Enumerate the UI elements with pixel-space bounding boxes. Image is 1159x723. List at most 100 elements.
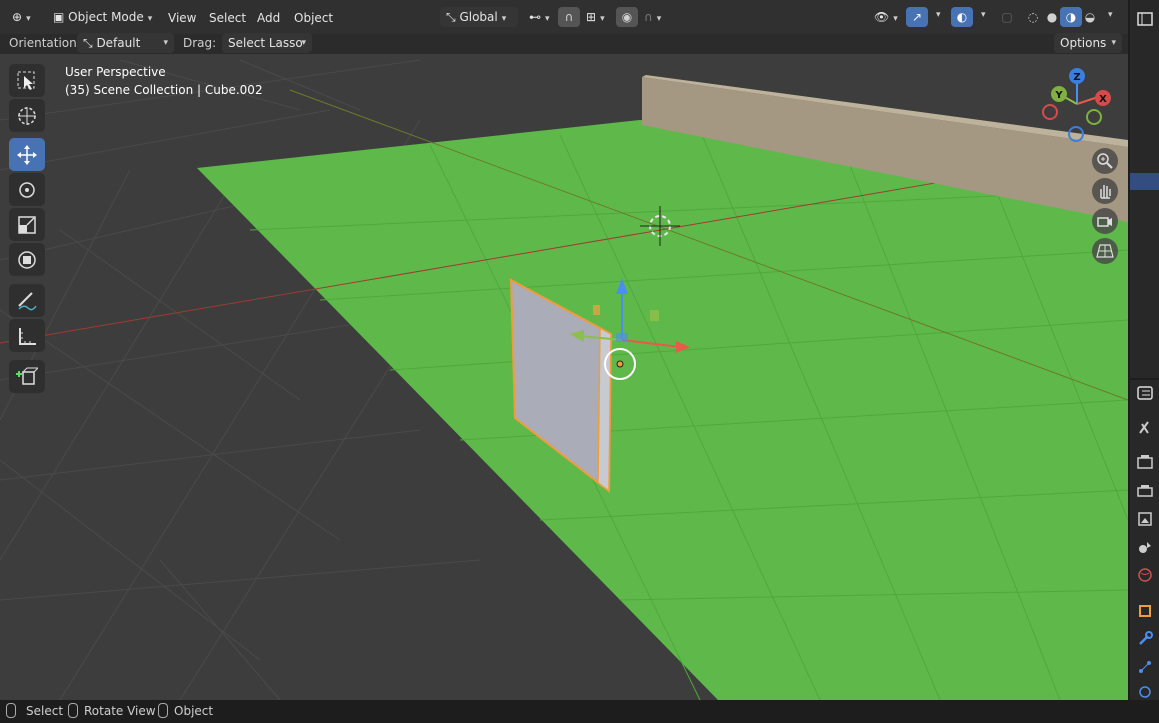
pivot-point-button[interactable]: ⊷ ▾	[523, 7, 555, 27]
tool-move[interactable]	[9, 138, 45, 171]
falloff-curve-icon: ∩	[644, 10, 653, 24]
ground-plane[interactable]	[197, 120, 1128, 700]
status-select: Select	[26, 704, 64, 718]
tool-annotate[interactable]	[9, 284, 45, 317]
tool-settings-bar: Orientation: ⤡ Default ▾ Drag: Select La…	[0, 33, 1128, 54]
solid-sphere-icon: ●	[1046, 10, 1058, 24]
zoom-icon	[1097, 153, 1113, 169]
snap-target-button[interactable]: ⊞ ▾	[580, 7, 612, 27]
orientation-axes-icon: ⤡	[446, 10, 456, 24]
menu-object[interactable]: Object	[294, 9, 333, 27]
drag-dropdown[interactable]: Select Lasso ▾	[222, 33, 312, 53]
render-properties-icon[interactable]	[1136, 453, 1154, 471]
falloff-button[interactable]: ∩ ▾	[638, 7, 670, 27]
measure-ruler-icon	[19, 328, 36, 345]
proportional-edit-toggle[interactable]: ◉	[616, 7, 638, 27]
orientation-axis-icon: ⤡	[83, 36, 93, 50]
editor-type-button[interactable]: ⊕ ▾	[6, 7, 42, 27]
mode-label: Object Mode	[68, 10, 144, 24]
scene-properties-icon[interactable]	[1136, 538, 1154, 556]
rotate-icon	[19, 182, 35, 198]
status-bar: Select Rotate View Object	[0, 700, 1159, 723]
wireframe-sphere-icon: ◌	[1027, 10, 1039, 24]
visibility-button[interactable]: 👁 ▾	[868, 7, 902, 27]
gizmo-x-label: X	[1099, 94, 1107, 105]
transform-icon	[18, 251, 36, 269]
status-object: Object	[174, 704, 214, 718]
gizmo-toggle[interactable]: ↗	[906, 7, 928, 27]
modifier-wrench-icon[interactable]	[1136, 630, 1154, 648]
menu-view[interactable]: View	[168, 9, 196, 27]
menu-select[interactable]: Select	[209, 9, 246, 27]
camera-view-button[interactable]	[1092, 208, 1118, 234]
xray-icon: ▢	[1001, 10, 1013, 24]
cursor-crosshair-icon	[18, 107, 36, 125]
options-dropdown[interactable]: Options ▾	[1054, 33, 1122, 53]
gizmo-z-label: Z	[1073, 72, 1080, 83]
editor-type-icon: ⊕	[12, 10, 23, 24]
add-cube-icon	[16, 367, 38, 385]
perspective-toggle-button[interactable]	[1092, 238, 1118, 264]
status-rotate-view: Rotate View	[84, 704, 156, 718]
tool-measure[interactable]	[9, 319, 45, 352]
rendered-sphere-icon: ◒	[1084, 10, 1096, 24]
select-cursor-icon	[17, 71, 35, 90]
navigation-gizmo[interactable]: Z X Y	[1035, 66, 1120, 146]
eye-icon: 👁	[874, 10, 890, 24]
tool-properties-icon[interactable]	[1136, 418, 1154, 436]
magnet-icon: ∩	[564, 10, 574, 24]
tool-transform[interactable]	[9, 243, 45, 276]
zoom-button[interactable]	[1092, 148, 1118, 174]
viewport-scene	[0, 59, 1128, 700]
shading-dropdown-icon[interactable]: ▾	[1108, 10, 1113, 20]
material-sphere-icon: ◑	[1065, 10, 1077, 24]
tool-rotate[interactable]	[9, 173, 45, 206]
proportional-edit-icon: ◉	[621, 10, 633, 24]
orientation-value: Default	[96, 36, 141, 50]
pan-button[interactable]	[1092, 178, 1118, 204]
object-mode-icon: ▣	[53, 10, 65, 24]
camera-icon	[1097, 217, 1112, 227]
mouse-left-icon	[6, 703, 16, 718]
grid-perspective-icon	[1096, 244, 1114, 258]
outliner-selected-row[interactable]	[1130, 173, 1159, 190]
snap-toggle[interactable]: ∩	[558, 7, 580, 27]
gizmo-icon: ↗	[911, 10, 923, 24]
overlays-icon: ◐	[956, 10, 968, 24]
transform-orientation-label: Global	[459, 10, 498, 24]
physics-icon[interactable]	[1136, 684, 1154, 698]
view-layer-properties-icon[interactable]	[1136, 510, 1154, 528]
overlays-toggle[interactable]: ◐	[951, 7, 973, 27]
outliner-editor-icon[interactable]	[1136, 10, 1154, 28]
world-properties-icon[interactable]	[1136, 566, 1154, 584]
gizmo-y-label: Y	[1054, 90, 1063, 101]
tool-add-cube[interactable]	[9, 360, 45, 393]
shading-rendered-button[interactable]: ◒	[1079, 7, 1101, 27]
annotate-pen-icon	[18, 292, 37, 311]
scale-icon	[18, 216, 36, 234]
overlays-dropdown-icon[interactable]: ▾	[981, 10, 986, 20]
3d-viewport[interactable]: User Perspective (35) Scene Collection |…	[0, 54, 1128, 700]
snap-increment-icon: ⊞	[586, 10, 597, 24]
gizmo-dropdown-icon[interactable]: ▾	[936, 10, 941, 20]
menu-add[interactable]: Add	[257, 9, 280, 27]
mouse-right-icon	[158, 703, 168, 718]
viewport-header: ⊕ ▾ ▣ Object Mode ▾ View Select Add Object…	[0, 0, 1128, 34]
particles-icon[interactable]	[1136, 658, 1154, 676]
mouse-middle-icon	[68, 703, 78, 718]
xray-toggle[interactable]: ▢	[996, 7, 1018, 27]
orientation-dropdown[interactable]: ⤡ Default ▾	[77, 33, 174, 53]
mode-selector[interactable]: ▣ Object Mode ▾	[47, 7, 157, 27]
drag-value: Select Lasso	[228, 36, 303, 50]
object-properties-icon[interactable]	[1136, 602, 1154, 620]
tool-scale[interactable]	[9, 208, 45, 241]
pivot-icon: ⊷	[529, 10, 541, 24]
collection-info: (35) Scene Collection | Cube.002	[65, 83, 263, 97]
move-arrows-icon	[17, 145, 37, 165]
transform-orientation-selector[interactable]: ⤡ Global ▾	[440, 7, 518, 27]
tool-cursor[interactable]	[9, 99, 45, 132]
tool-select-box[interactable]	[9, 64, 45, 97]
properties-editor-icon[interactable]	[1136, 384, 1154, 402]
hand-icon	[1100, 185, 1111, 199]
output-properties-icon[interactable]	[1136, 482, 1154, 500]
